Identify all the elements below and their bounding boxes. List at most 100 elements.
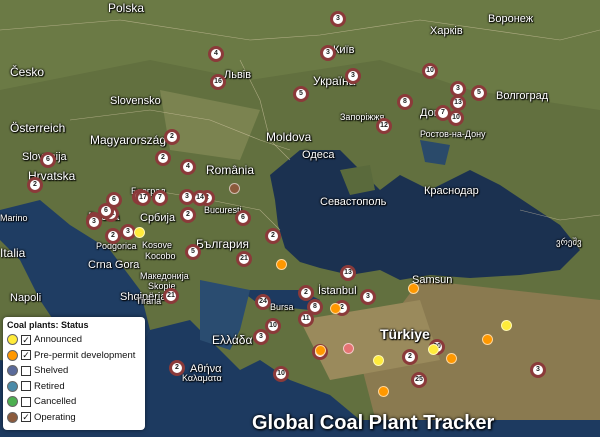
place-label: Moldova: [266, 130, 312, 144]
plant-cluster-marker[interactable]: 10: [273, 366, 289, 382]
legend-row: ✓ Operating: [7, 410, 141, 426]
plant-cluster-marker[interactable]: 10: [422, 63, 438, 79]
plant-dot[interactable]: [314, 344, 326, 356]
watermark: Global Coal Plant Tracker: [252, 412, 495, 434]
place-label: Italia: [0, 246, 26, 260]
plant-cluster-marker[interactable]: 13: [450, 95, 466, 111]
place-label: Česko: [10, 65, 45, 79]
place-label: Österreich: [10, 121, 66, 135]
legend-label: Cancelled: [34, 396, 77, 408]
plant-cluster-marker[interactable]: 6: [40, 152, 56, 168]
plant-cluster-marker[interactable]: 2: [105, 228, 121, 244]
plant-cluster-marker[interactable]: 24: [255, 294, 271, 310]
plant-cluster-marker[interactable]: 2: [169, 360, 185, 376]
plant-cluster-marker[interactable]: 4: [208, 46, 224, 62]
status-checkbox[interactable]: ✓: [21, 334, 31, 345]
place-label: Magyarország: [90, 133, 167, 147]
status-checkbox[interactable]: [21, 396, 31, 407]
legend-row: Cancelled: [7, 394, 141, 410]
status-swatch-icon: [7, 334, 18, 346]
plant-cluster-marker[interactable]: 3: [253, 329, 269, 345]
place-label: Краснодар: [424, 185, 479, 197]
legend-row: ✓ Pre-permit development: [7, 348, 141, 364]
plant-cluster-marker[interactable]: 2: [27, 177, 43, 193]
place-label: ვრეშვ: [556, 237, 582, 247]
plant-cluster-marker[interactable]: 5: [293, 86, 309, 102]
plant-cluster-marker[interactable]: 2: [402, 349, 418, 365]
status-checkbox[interactable]: ✓: [21, 350, 31, 361]
plant-cluster-marker[interactable]: 5: [471, 85, 487, 101]
place-label: Marino: [0, 213, 28, 223]
plant-dot[interactable]: [372, 354, 384, 366]
status-swatch-icon: [7, 365, 18, 377]
place-label: İstanbul: [318, 285, 357, 297]
plant-dot[interactable]: [342, 342, 354, 354]
plant-cluster-marker[interactable]: 21: [163, 288, 179, 304]
plant-cluster-marker[interactable]: 21: [236, 251, 252, 267]
place-label: Воронеж: [488, 13, 534, 25]
plant-cluster-marker[interactable]: 5: [185, 244, 201, 260]
plant-dot[interactable]: [407, 282, 419, 294]
plant-cluster-marker[interactable]: 16: [210, 74, 226, 90]
plant-cluster-marker[interactable]: 3: [360, 289, 376, 305]
status-checkbox[interactable]: [21, 381, 31, 392]
place-label: Ростов-на-Дону: [420, 129, 486, 139]
place-label: Slovensko: [110, 95, 161, 107]
place-label: Македонија: [140, 271, 189, 281]
plant-cluster-marker[interactable]: 12: [376, 118, 392, 134]
plant-cluster-marker[interactable]: 8: [397, 94, 413, 110]
plant-cluster-marker[interactable]: 2: [164, 129, 180, 145]
place-label: Bursa: [270, 302, 294, 312]
place-label: Podgorica: [96, 241, 137, 251]
place-label: Kosove: [142, 240, 173, 250]
place-label: Kocobo: [145, 251, 176, 261]
plant-cluster-marker[interactable]: 4: [180, 159, 196, 175]
status-checkbox[interactable]: [21, 365, 31, 376]
status-swatch-icon: [7, 411, 18, 423]
plant-cluster-marker[interactable]: 2: [180, 207, 196, 223]
plant-dot[interactable]: [500, 319, 512, 331]
status-swatch-icon: [7, 396, 18, 408]
plant-cluster-marker[interactable]: 6: [235, 210, 251, 226]
place-label: България: [196, 237, 250, 251]
plant-cluster-marker[interactable]: 3: [530, 362, 546, 378]
plant-cluster-marker[interactable]: 3: [330, 11, 346, 27]
plant-cluster-marker[interactable]: 25: [411, 372, 427, 388]
place-label: Türkiye: [380, 326, 430, 342]
plant-dot[interactable]: [228, 182, 240, 194]
plant-cluster-marker[interactable]: 3: [86, 214, 102, 230]
plant-cluster-marker[interactable]: 13: [340, 265, 356, 281]
place-label: Samsun: [412, 274, 453, 286]
plant-cluster-marker[interactable]: 3: [320, 45, 336, 61]
plant-cluster-marker[interactable]: 2: [155, 150, 171, 166]
plant-cluster-marker[interactable]: 10: [448, 110, 464, 126]
plant-cluster-marker[interactable]: 7: [152, 190, 168, 206]
plant-cluster-marker[interactable]: 17: [135, 190, 151, 206]
plant-dot[interactable]: [377, 385, 389, 397]
plant-cluster-marker[interactable]: 14: [192, 190, 208, 206]
legend-label: Announced: [34, 334, 83, 346]
place-label: Львів: [224, 69, 252, 81]
status-swatch-icon: [7, 349, 18, 361]
plant-dot[interactable]: [445, 352, 457, 364]
place-label: Napoli: [10, 292, 42, 304]
plant-cluster-marker[interactable]: 2: [265, 228, 281, 244]
plant-cluster-marker[interactable]: 3: [345, 68, 361, 84]
place-label: Київ: [333, 44, 355, 56]
status-checkbox[interactable]: ✓: [21, 412, 31, 423]
plant-dot[interactable]: [329, 302, 341, 314]
place-label: Харків: [430, 25, 463, 37]
legend-label: Operating: [34, 411, 76, 423]
legend-label: Shelved: [34, 365, 69, 377]
plant-dot[interactable]: [275, 258, 287, 270]
place-label: Севастополь: [320, 196, 387, 208]
legend-title: Coal plants: Status: [7, 320, 89, 330]
plant-dot[interactable]: [427, 343, 439, 355]
plant-dot[interactable]: [481, 333, 493, 345]
place-label: Crna Gora: [88, 259, 140, 271]
legend-row: ✓ Announced: [7, 332, 141, 348]
place-label: Волгоград: [496, 90, 549, 102]
plant-dot[interactable]: [133, 226, 145, 238]
plant-cluster-marker[interactable]: 11: [298, 311, 314, 327]
place-label: Одеса: [302, 149, 335, 161]
